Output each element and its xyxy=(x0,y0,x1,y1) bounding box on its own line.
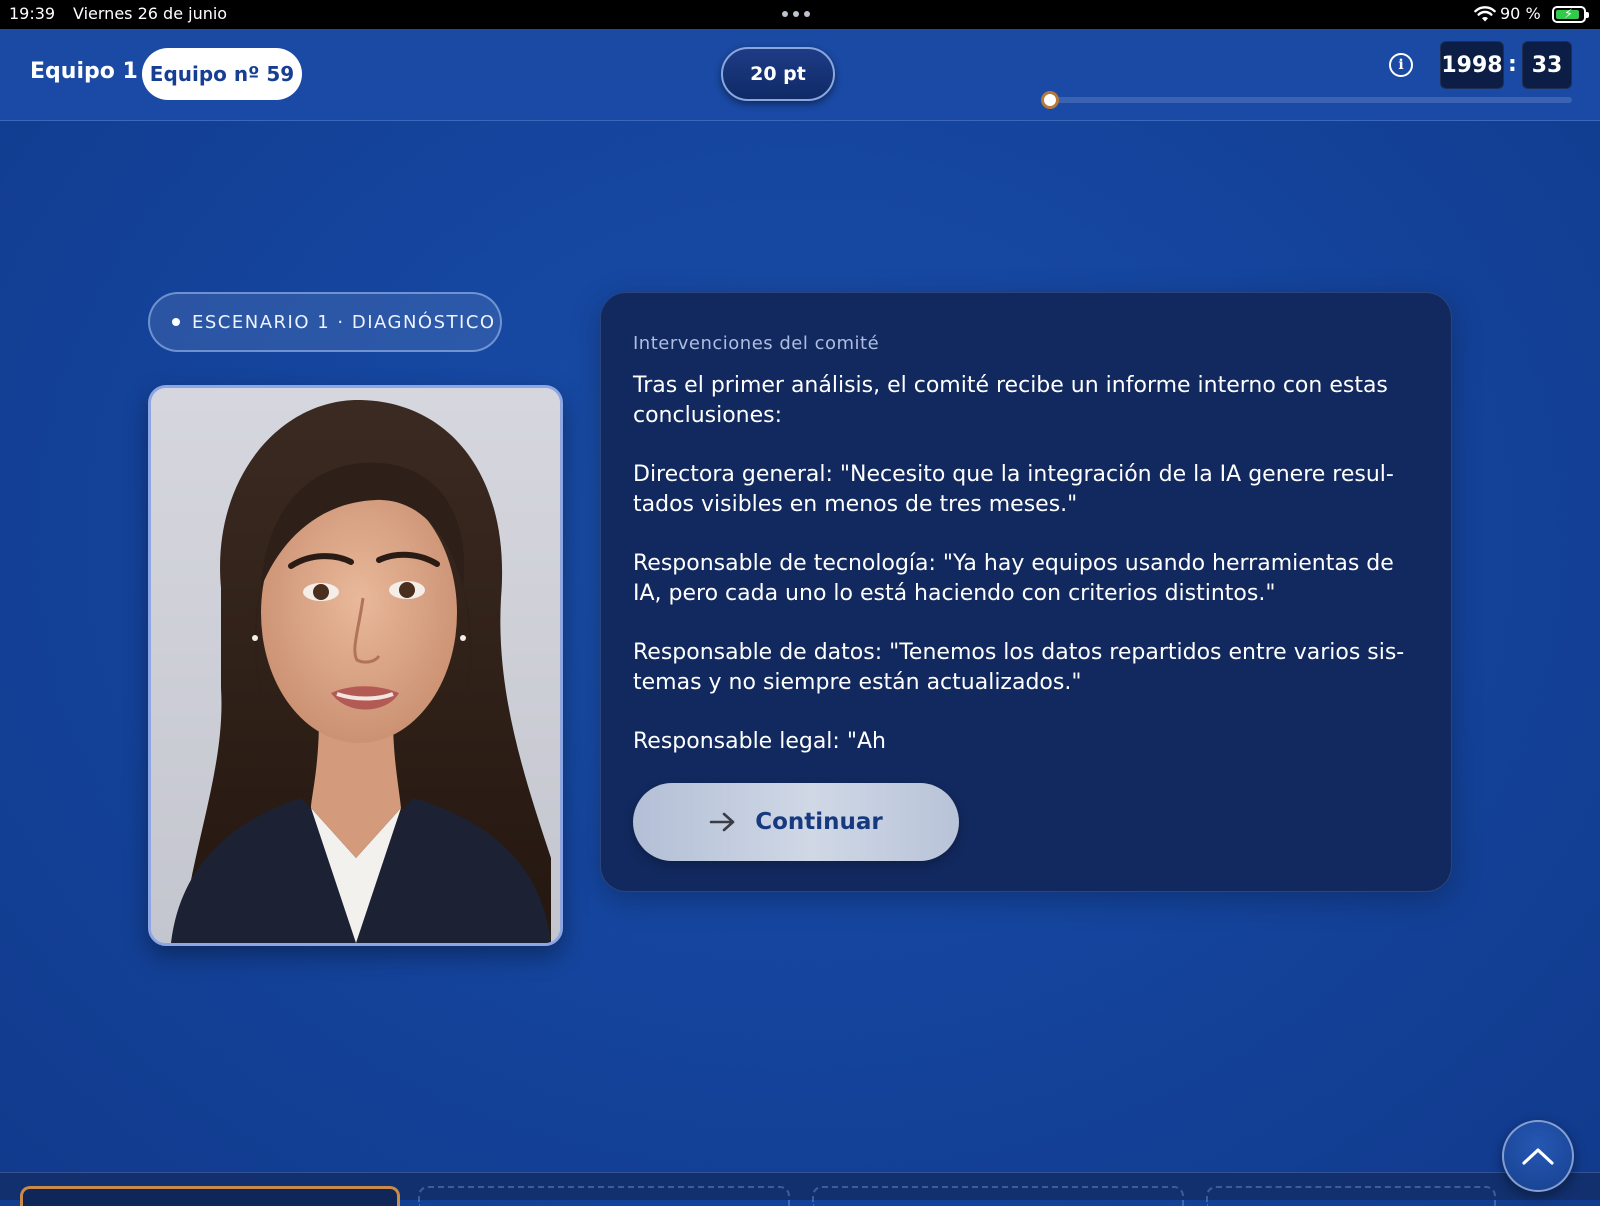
battery-percent: 90 % xyxy=(1500,4,1541,23)
bullet-dot-icon xyxy=(172,318,180,326)
progress-knob[interactable] xyxy=(1041,91,1059,109)
wifi-icon xyxy=(1474,6,1496,22)
continue-button[interactable]: Continuar xyxy=(633,783,959,861)
status-bar: 19:39 Viernes 26 de junio 90 % ⚡ xyxy=(0,0,1600,29)
timer-minutes: 1998 xyxy=(1440,41,1504,89)
panel-paragraph: Responsable de datos: "Tenemos los datos… xyxy=(633,640,1405,695)
timer-separator: : xyxy=(1508,52,1517,77)
info-icon[interactable]: i xyxy=(1389,53,1413,77)
progress-track xyxy=(1050,97,1572,103)
bottom-tab[interactable] xyxy=(1206,1186,1496,1206)
continue-label: Continuar xyxy=(755,809,883,835)
panel-paragraph: Tras el primer análisis, el comité recib… xyxy=(633,373,1388,428)
bottom-tab[interactable] xyxy=(812,1186,1184,1206)
bottom-tab-active[interactable] xyxy=(20,1186,400,1206)
committee-panel: Intervenciones del comité Tras el primer… xyxy=(600,292,1452,892)
more-dots-icon[interactable] xyxy=(782,11,810,17)
team-number-pill: Equipo nº 59 xyxy=(142,48,302,100)
timer-seconds: 33 xyxy=(1522,41,1572,89)
panel-body: Tras el primer análisis, el comité recib… xyxy=(633,371,1423,786)
top-header: Equipo 1 Equipo nº 59 20 pt i 1998 : 33 xyxy=(0,29,1600,121)
scroll-up-button[interactable] xyxy=(1502,1120,1574,1192)
bottom-tab[interactable] xyxy=(418,1186,790,1206)
battery-charging-icon: ⚡ xyxy=(1552,6,1589,23)
character-portrait xyxy=(148,385,563,946)
status-date: Viernes 26 de junio xyxy=(73,4,228,23)
team-label: Equipo 1 xyxy=(30,59,138,84)
panel-paragraph: Responsable legal: "Ah xyxy=(633,729,886,754)
panel-paragraph: Directora general: "Necesito que la inte… xyxy=(633,462,1394,517)
status-time: 19:39 xyxy=(9,4,56,23)
chevron-up-icon xyxy=(1522,1148,1554,1165)
panel-kicker: Intervenciones del comité xyxy=(633,333,880,354)
scenario-chip: ESCENARIO 1 · DIAGNÓSTICO xyxy=(148,292,502,352)
portrait-illustration xyxy=(151,388,560,943)
points-badge: 20 pt xyxy=(721,47,835,101)
scenario-label: ESCENARIO 1 · DIAGNÓSTICO xyxy=(192,311,496,333)
arrow-right-icon xyxy=(709,812,735,832)
panel-paragraph: Responsable de tecnología: "Ya hay equip… xyxy=(633,551,1394,606)
